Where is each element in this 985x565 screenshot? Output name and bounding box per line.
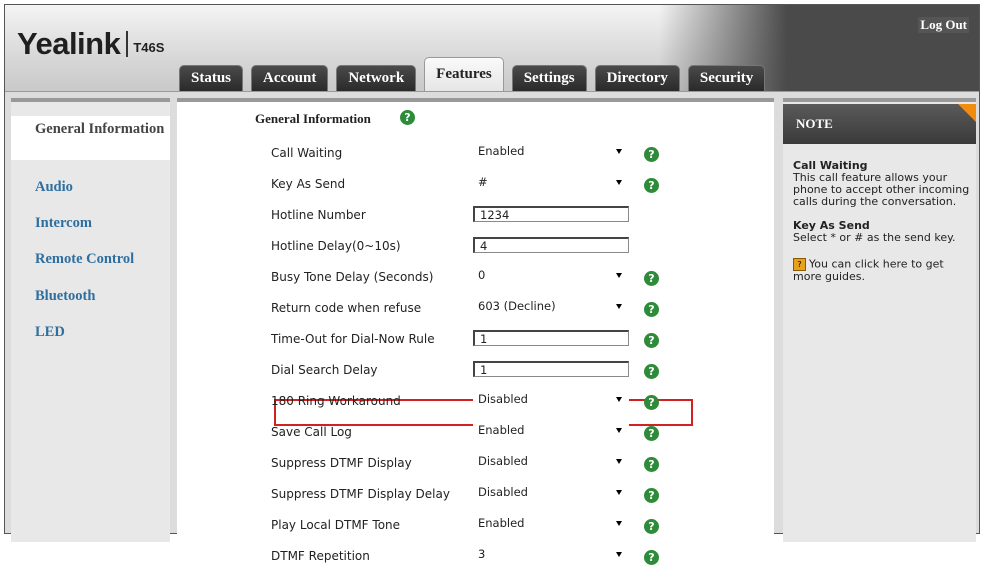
dropdown-arrow-icon bbox=[616, 459, 622, 464]
help-icon[interactable]: ? bbox=[644, 147, 659, 162]
note-body: Call Waiting This call feature allows yo… bbox=[793, 160, 971, 283]
setting-value: 1 bbox=[480, 363, 488, 377]
header-bar: Yealink T46S Log Out Status Account Netw… bbox=[5, 5, 979, 92]
section-title: General Information bbox=[255, 111, 371, 126]
note-guide-link[interactable]: ? You can click here to get more guides. bbox=[793, 258, 971, 283]
setting-label: Dial Search Delay bbox=[271, 363, 378, 377]
help-icon[interactable]: ? bbox=[644, 426, 659, 441]
setting-value: Enabled bbox=[478, 516, 525, 530]
help-icon[interactable]: ? bbox=[644, 333, 659, 348]
sidebar-item-general-information[interactable]: General Information bbox=[11, 116, 170, 160]
setting-value: Disabled bbox=[478, 485, 528, 499]
note-panel: NOTE Call Waiting This call feature allo… bbox=[783, 98, 976, 542]
setting-value: Enabled bbox=[478, 423, 525, 437]
setting-select[interactable]: 3 bbox=[473, 547, 629, 562]
dropdown-arrow-icon bbox=[616, 490, 622, 495]
setting-select[interactable]: 603 (Decline) bbox=[473, 299, 629, 314]
setting-value: 603 (Decline) bbox=[478, 299, 556, 313]
sidebar-item-audio[interactable]: Audio bbox=[35, 180, 165, 195]
setting-label: Key As Send bbox=[271, 177, 346, 191]
help-icon[interactable]: ? bbox=[644, 550, 659, 565]
setting-label: Hotline Number bbox=[271, 208, 366, 222]
help-icon[interactable]: ? bbox=[644, 364, 659, 379]
setting-select[interactable]: Disabled bbox=[473, 454, 629, 469]
setting-value: # bbox=[478, 175, 488, 189]
setting-select[interactable]: Enabled bbox=[473, 144, 629, 159]
dropdown-arrow-icon bbox=[616, 180, 622, 185]
tab-settings[interactable]: Settings bbox=[511, 65, 587, 91]
help-icon[interactable]: ? bbox=[400, 110, 415, 125]
setting-select[interactable]: Disabled bbox=[473, 392, 629, 407]
main-panel: General Information ? Call Waiting Enable… bbox=[177, 98, 774, 565]
setting-text-input[interactable]: 4 bbox=[473, 237, 629, 253]
setting-value: Disabled bbox=[478, 392, 528, 406]
dropdown-arrow-icon bbox=[616, 552, 622, 557]
setting-label: Play Local DTMF Tone bbox=[271, 518, 401, 532]
setting-label: Hotline Delay(0~10s) bbox=[271, 239, 401, 253]
dropdown-arrow-icon bbox=[616, 521, 622, 526]
setting-text-input[interactable]: 1 bbox=[473, 361, 629, 377]
tab-status[interactable]: Status bbox=[179, 65, 244, 91]
tab-account[interactable]: Account bbox=[251, 65, 329, 91]
sidebar-item-remote-control[interactable]: Remote Control bbox=[35, 252, 165, 267]
tab-features[interactable]: Features bbox=[424, 57, 504, 91]
sidebar-item-intercom[interactable]: Intercom bbox=[35, 216, 165, 231]
setting-text-input[interactable]: 1 bbox=[473, 330, 629, 346]
setting-select[interactable]: Disabled bbox=[473, 485, 629, 500]
note-key-as-send-text: Select * or # as the send key. bbox=[793, 231, 956, 244]
logo-separator bbox=[126, 31, 129, 57]
setting-value: 3 bbox=[478, 547, 486, 561]
logo-text: Yealink bbox=[17, 26, 121, 61]
note-corner-flag bbox=[958, 104, 976, 122]
setting-value: Enabled bbox=[478, 144, 525, 158]
setting-value: 0 bbox=[478, 268, 486, 282]
setting-select[interactable]: 0 bbox=[473, 268, 629, 283]
setting-label: DTMF Repetition bbox=[271, 549, 370, 563]
sidebar-item-led[interactable]: LED bbox=[35, 325, 165, 340]
help-icon[interactable]: ? bbox=[644, 519, 659, 534]
setting-label: Return code when refuse bbox=[271, 301, 422, 315]
tab-network[interactable]: Network bbox=[336, 65, 417, 91]
setting-label: Call Waiting bbox=[271, 146, 343, 160]
help-icon[interactable]: ? bbox=[644, 488, 659, 503]
help-icon[interactable]: ? bbox=[644, 395, 659, 410]
logo-model: T46S bbox=[133, 39, 165, 55]
setting-select[interactable]: Enabled bbox=[473, 423, 629, 438]
help-icon[interactable]: ? bbox=[644, 457, 659, 472]
setting-label: 180 Ring Workaround bbox=[271, 394, 401, 408]
setting-select[interactable]: Enabled bbox=[473, 516, 629, 531]
note-call-waiting-text: This call feature allows your phone to a… bbox=[793, 171, 970, 208]
dropdown-arrow-icon bbox=[616, 149, 622, 154]
dropdown-arrow-icon bbox=[616, 397, 622, 402]
help-icon[interactable]: ? bbox=[644, 271, 659, 286]
setting-text-input[interactable]: 1234 bbox=[473, 206, 629, 222]
dropdown-arrow-icon bbox=[616, 304, 622, 309]
setting-label: Busy Tone Delay (Seconds) bbox=[271, 270, 434, 284]
dropdown-arrow-icon bbox=[616, 428, 622, 433]
setting-label: Time-Out for Dial-Now Rule bbox=[271, 332, 435, 346]
setting-value: 1234 bbox=[480, 208, 510, 222]
setting-label: Save Call Log bbox=[271, 425, 352, 439]
setting-value: 1 bbox=[480, 332, 488, 346]
setting-label: Suppress DTMF Display Delay bbox=[271, 487, 450, 501]
sidebar-item-bluetooth[interactable]: Bluetooth bbox=[35, 289, 165, 304]
yealink-logo: Yealink T46S bbox=[17, 26, 165, 61]
logout-link[interactable]: Log Out bbox=[918, 17, 969, 33]
tab-directory[interactable]: Directory bbox=[594, 65, 680, 91]
note-guide-text: You can click here to get more guides. bbox=[793, 257, 944, 283]
top-tabs: Status Account Network Features Settings… bbox=[179, 55, 773, 91]
setting-value: Disabled bbox=[478, 454, 528, 468]
dropdown-arrow-icon bbox=[616, 273, 622, 278]
help-icon[interactable]: ? bbox=[644, 178, 659, 193]
help-icon[interactable]: ? bbox=[644, 302, 659, 317]
note-title: NOTE bbox=[783, 104, 976, 144]
setting-select[interactable]: # bbox=[473, 175, 629, 190]
tab-security[interactable]: Security bbox=[687, 65, 766, 91]
sidebar: General Information Audio Intercom Remot… bbox=[11, 98, 170, 542]
setting-label: Suppress DTMF Display bbox=[271, 456, 412, 470]
setting-value: 4 bbox=[480, 239, 488, 253]
